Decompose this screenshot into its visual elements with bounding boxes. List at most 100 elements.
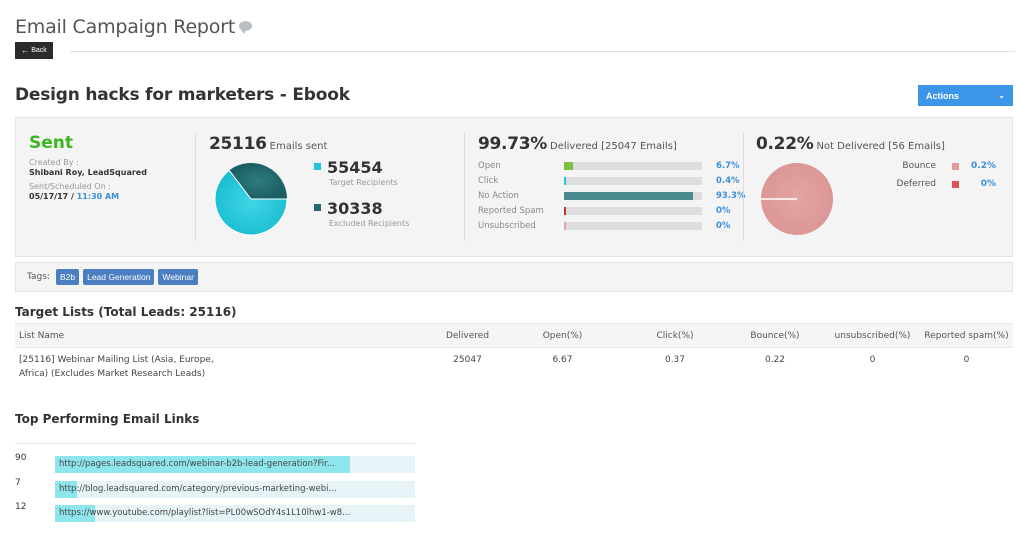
scheduled-time: 11:30 AM: [76, 192, 120, 201]
metric-value: 0%: [716, 221, 731, 231]
target-count: 55454: [327, 158, 383, 177]
scheduled-date: 05/17/17 /: [29, 192, 77, 201]
created-by-value: Shibani Roy, LeadSquared: [29, 168, 147, 177]
delivered-percent: 99.73%: [478, 134, 548, 154]
deferred-swatch: [952, 181, 959, 188]
metric-bar-track: [564, 192, 702, 200]
legend-swatch-excluded: [314, 204, 321, 211]
column-header-click[interactable]: Click(%): [625, 323, 725, 348]
metric-label: Open: [478, 161, 501, 171]
column-header-open[interactable]: Open(%): [500, 323, 625, 348]
delivered-heading: 99.73% Delivered [25047 Emails]: [478, 134, 677, 154]
metric-value: 93.3%: [716, 191, 746, 201]
column-divider: [464, 133, 465, 241]
table-header-row: List Name Delivered Open(%) Click(%) Bou…: [15, 323, 1013, 348]
list-name-line2: Africa) (Excludes Market Research Leads): [19, 369, 206, 379]
tags-panel: Tags: B2b Lead Generation Webinar: [15, 262, 1013, 292]
metric-bar-fill: [564, 177, 566, 185]
metric-label: Unsubscribed: [478, 221, 536, 231]
actions-dropdown-button[interactable]: Actions ⌄: [918, 85, 1013, 106]
cell-reported-spam: 0: [963, 355, 970, 365]
metric-row-click: Click 0.4%: [478, 176, 748, 188]
actions-label: Actions: [926, 90, 960, 101]
cell-unsubscribed: 0: [869, 355, 876, 365]
metric-value: 6.7%: [716, 161, 740, 171]
column-header-delivered[interactable]: Delivered: [435, 323, 500, 348]
metric-bar-fill: [564, 162, 574, 170]
column-header-list-name[interactable]: List Name: [15, 323, 435, 348]
metric-row-unsubscribed: Unsubscribed 0%: [478, 221, 748, 233]
excluded-count: 30338: [327, 199, 383, 218]
cell-click: 0.37: [664, 355, 686, 365]
link-item: 90 http://pages.leadsquared.com/webinar-…: [15, 453, 415, 473]
metric-row-no-action: No Action 93.3%: [478, 191, 748, 203]
cell-open: 6.67: [552, 355, 573, 365]
metric-label: Reported Spam: [478, 206, 544, 216]
link-bar[interactable]: http://pages.leadsquared.com/webinar-b2b…: [55, 456, 415, 473]
top-links-divider: [15, 443, 415, 444]
comment-icon[interactable]: [239, 21, 253, 34]
excluded-label: Excluded Recipients: [329, 219, 410, 228]
not-delivered-suffix: Not Delivered [56 Emails]: [816, 141, 945, 152]
list-name-line1: [25116] Webinar Mailing List (Asia, Euro…: [19, 355, 214, 365]
back-button[interactable]: ← Back: [15, 42, 53, 59]
page-title: Email Campaign Report: [15, 16, 253, 38]
link-item: 7 http://blog.leadsquared.com/category/p…: [15, 478, 415, 498]
deferred-label: Deferred: [896, 179, 936, 189]
not-delivered-deferred: Deferred 0%: [876, 179, 996, 191]
target-label: Target Recipients: [329, 178, 398, 187]
emails-sent-heading: 25116 Emails sent: [209, 134, 327, 154]
deferred-value: 0%: [980, 179, 996, 189]
cell-list-name: [25116] Webinar Mailing List (Asia, Euro…: [15, 348, 435, 382]
column-header-bounce[interactable]: Bounce(%): [725, 323, 825, 348]
summary-panel: Sent Created By : Shibani Roy, LeadSquar…: [15, 117, 1013, 257]
link-url[interactable]: https://www.youtube.com/playlist?list=PL…: [59, 508, 350, 518]
not-delivered-bounce: Bounce 0.2%: [876, 161, 996, 173]
metric-label: No Action: [478, 191, 519, 201]
arrow-left-icon: ←: [21, 46, 30, 55]
title-divider: [70, 51, 1015, 52]
metric-row-reported-spam: Reported Spam 0%: [478, 206, 748, 218]
bounce-label: Bounce: [902, 161, 936, 171]
link-url[interactable]: http://pages.leadsquared.com/webinar-b2b…: [59, 459, 335, 469]
metric-bar-track: [564, 162, 702, 170]
emails-sent-count: 25116: [209, 134, 267, 154]
metric-bar-track: [564, 207, 702, 215]
link-click-count: 7: [15, 478, 21, 488]
not-delivered-pie-chart: [761, 163, 833, 235]
legend-target: 55454 Target Recipients: [314, 158, 398, 187]
column-header-reported-spam[interactable]: Reported spam(%): [920, 323, 1013, 348]
emails-sent-suffix: Emails sent: [269, 141, 328, 152]
target-lists-table: List Name Delivered Open(%) Click(%) Bou…: [15, 323, 1013, 381]
top-links-title: Top Performing Email Links: [15, 412, 200, 426]
delivered-suffix: Delivered [25047 Emails]: [550, 141, 677, 152]
metric-row-open: Open 6.7%: [478, 161, 748, 173]
metric-bar-fill: [564, 222, 566, 230]
not-delivered-percent: 0.22%: [756, 134, 814, 154]
legend-swatch-target: [314, 163, 321, 170]
link-bar[interactable]: https://www.youtube.com/playlist?list=PL…: [55, 505, 415, 522]
created-by-label: Created By :: [29, 158, 79, 167]
column-header-unsubscribed[interactable]: unsubscribed(%): [825, 323, 920, 348]
metric-value: 0.4%: [716, 176, 740, 186]
recipients-pie-chart: [214, 163, 288, 236]
bounce-value: 0.2%: [971, 161, 996, 171]
metric-bar-track: [564, 177, 702, 185]
column-divider: [743, 133, 744, 241]
campaign-title: Design hacks for marketers - Ebook: [15, 85, 350, 105]
link-click-count: 12: [15, 502, 27, 512]
status-label: Sent: [29, 133, 74, 153]
tag-webinar[interactable]: Webinar: [158, 269, 198, 285]
table-row: [25116] Webinar Mailing List (Asia, Euro…: [15, 348, 1013, 382]
link-url[interactable]: http://blog.leadsquared.com/category/pre…: [59, 484, 337, 494]
link-bar[interactable]: http://blog.leadsquared.com/category/pre…: [55, 481, 415, 498]
metric-bar-fill: [564, 207, 566, 215]
tag-lead-generation[interactable]: Lead Generation: [83, 269, 155, 285]
link-item: 12 https://www.youtube.com/playlist?list…: [15, 502, 415, 522]
not-delivered-heading: 0.22% Not Delivered [56 Emails]: [756, 134, 945, 154]
tag-b2b[interactable]: B2b: [55, 269, 80, 285]
target-lists-title: Target Lists (Total Leads: 25116): [15, 305, 237, 319]
tags-label: Tags:: [27, 272, 50, 282]
scheduled-label: Sent/Scheduled On :: [29, 182, 111, 191]
metric-value: 0%: [716, 206, 731, 216]
